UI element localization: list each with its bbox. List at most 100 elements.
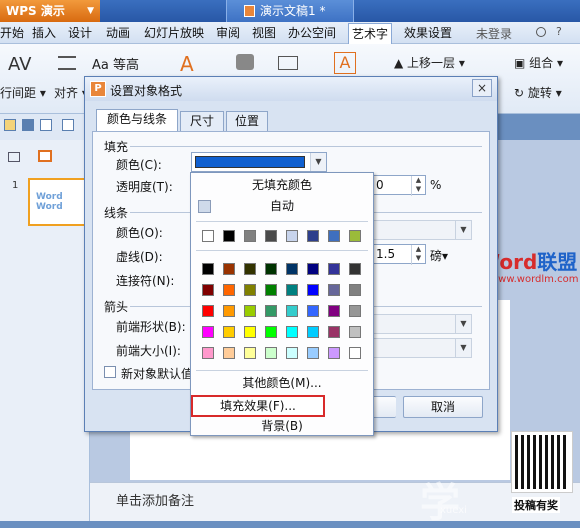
- color-swatch[interactable]: [286, 347, 298, 359]
- line-spacing-button[interactable]: 行间距 ▾: [0, 84, 46, 101]
- print-icon[interactable]: [40, 119, 52, 131]
- preview-icon[interactable]: [62, 119, 74, 131]
- color-swatch[interactable]: [265, 230, 277, 242]
- menu-item[interactable]: 艺术字: [348, 23, 393, 44]
- color-swatch[interactable]: [307, 347, 319, 359]
- menu-item[interactable]: 开始: [0, 25, 24, 41]
- color-swatch[interactable]: [328, 284, 340, 296]
- color-swatch[interactable]: [223, 230, 235, 242]
- outline-icon[interactable]: [278, 56, 298, 70]
- color-swatch[interactable]: [202, 230, 214, 242]
- color-swatch[interactable]: [244, 230, 256, 242]
- color-swatch[interactable]: [286, 230, 298, 242]
- fill-color-select[interactable]: ▼: [191, 152, 327, 172]
- color-swatch[interactable]: [286, 305, 298, 317]
- chevron-down-icon[interactable]: ▼: [310, 153, 326, 171]
- color-swatch[interactable]: [307, 305, 319, 317]
- open-icon[interactable]: [4, 119, 16, 131]
- tab-size[interactable]: 尺寸: [180, 111, 224, 131]
- color-swatch[interactable]: [202, 305, 214, 317]
- color-swatch[interactable]: [223, 284, 235, 296]
- settings-icon[interactable]: [536, 27, 546, 37]
- color-swatch[interactable]: [244, 305, 256, 317]
- color-swatch[interactable]: [244, 326, 256, 338]
- paint-bucket-icon[interactable]: [236, 54, 254, 70]
- menu-item[interactable]: 视图: [252, 25, 276, 41]
- align-text-icon[interactable]: [58, 56, 76, 70]
- color-swatch[interactable]: [223, 305, 235, 317]
- login-status[interactable]: 未登录: [476, 25, 512, 42]
- color-swatch[interactable]: [265, 305, 277, 317]
- color-swatch[interactable]: [202, 326, 214, 338]
- color-swatch[interactable]: [202, 284, 214, 296]
- color-swatch[interactable]: [223, 263, 235, 275]
- color-swatch[interactable]: [328, 326, 340, 338]
- close-icon[interactable]: ×: [472, 79, 492, 97]
- slides-view-icon[interactable]: [38, 150, 52, 162]
- cancel-button[interactable]: 取消: [403, 396, 483, 418]
- no-fill-color-item[interactable]: 无填充颜色: [192, 175, 372, 195]
- color-swatch[interactable]: [286, 263, 298, 275]
- spinner-icon[interactable]: ▲ ▼: [411, 176, 425, 196]
- menu-item[interactable]: 设计: [68, 25, 92, 41]
- text-box-icon[interactable]: A: [334, 52, 356, 74]
- color-swatch[interactable]: [307, 230, 319, 242]
- color-swatch[interactable]: [328, 305, 340, 317]
- ok-button[interactable]: [372, 396, 396, 418]
- text-fill-icon[interactable]: A: [180, 52, 194, 76]
- fill-effects-item[interactable]: 填充效果(F)...: [191, 395, 325, 417]
- color-swatch[interactable]: [349, 263, 361, 275]
- transparency-input[interactable]: 0 ▲ ▼: [372, 175, 426, 196]
- begin-style-select[interactable]: ▼: [372, 314, 472, 334]
- color-swatch[interactable]: [307, 326, 319, 338]
- color-swatch[interactable]: [349, 347, 361, 359]
- text-height-button[interactable]: Aa 等高: [92, 54, 139, 73]
- help-icon[interactable]: ?: [556, 25, 562, 38]
- bring-forward-button[interactable]: ▲ 上移一层 ▾: [394, 54, 465, 71]
- tab-colors-lines[interactable]: 颜色与线条: [96, 109, 178, 132]
- color-swatch[interactable]: [244, 347, 256, 359]
- color-swatch[interactable]: [223, 347, 235, 359]
- color-swatch[interactable]: [349, 284, 361, 296]
- save-icon[interactable]: [22, 119, 34, 131]
- chevron-down-icon[interactable]: ▼: [455, 339, 471, 357]
- menu-item[interactable]: 效果设置: [404, 25, 452, 41]
- chevron-down-icon[interactable]: ▼: [455, 315, 471, 333]
- outline-view-icon[interactable]: [8, 152, 20, 162]
- color-swatch[interactable]: [349, 230, 361, 242]
- color-swatch[interactable]: [349, 326, 361, 338]
- menu-item[interactable]: 动画: [106, 25, 130, 41]
- color-swatch[interactable]: [265, 326, 277, 338]
- background-item[interactable]: 背景(B): [192, 416, 372, 436]
- menu-item[interactable]: 幻灯片放映: [144, 25, 204, 41]
- color-swatch[interactable]: [223, 326, 235, 338]
- text-effect-icon[interactable]: AV: [8, 54, 31, 75]
- app-menu-button[interactable]: WPS 演示 ▼: [0, 0, 100, 22]
- color-swatch[interactable]: [307, 263, 319, 275]
- automatic-color-item[interactable]: 自动: [192, 196, 372, 216]
- tab-position[interactable]: 位置: [226, 111, 268, 131]
- color-swatch[interactable]: [202, 347, 214, 359]
- color-swatch[interactable]: [265, 347, 277, 359]
- color-swatch[interactable]: [328, 263, 340, 275]
- color-swatch[interactable]: [349, 305, 361, 317]
- color-swatch[interactable]: [286, 326, 298, 338]
- spinner-icon[interactable]: ▲ ▼: [411, 245, 425, 265]
- line-weight-input[interactable]: 1.5 ▲ ▼: [372, 244, 426, 265]
- menu-item[interactable]: 插入: [32, 25, 56, 41]
- color-swatch[interactable]: [307, 284, 319, 296]
- align-button[interactable]: 对齐 ▾: [54, 84, 88, 101]
- menu-item[interactable]: 审阅: [216, 25, 240, 41]
- default-checkbox[interactable]: [104, 366, 116, 378]
- rotate-button[interactable]: ↻ 旋转 ▾: [514, 84, 562, 101]
- color-swatch[interactable]: [202, 263, 214, 275]
- chevron-down-icon[interactable]: ▼: [455, 221, 471, 239]
- color-swatch[interactable]: [286, 284, 298, 296]
- more-colors-item[interactable]: 其他颜色(M)...: [192, 373, 372, 393]
- color-swatch[interactable]: [244, 263, 256, 275]
- line-color-select[interactable]: ▼: [372, 220, 472, 240]
- menu-item[interactable]: 办公空间: [288, 25, 336, 41]
- color-swatch[interactable]: [265, 263, 277, 275]
- begin-size-select[interactable]: ▼: [372, 338, 472, 358]
- color-swatch[interactable]: [328, 230, 340, 242]
